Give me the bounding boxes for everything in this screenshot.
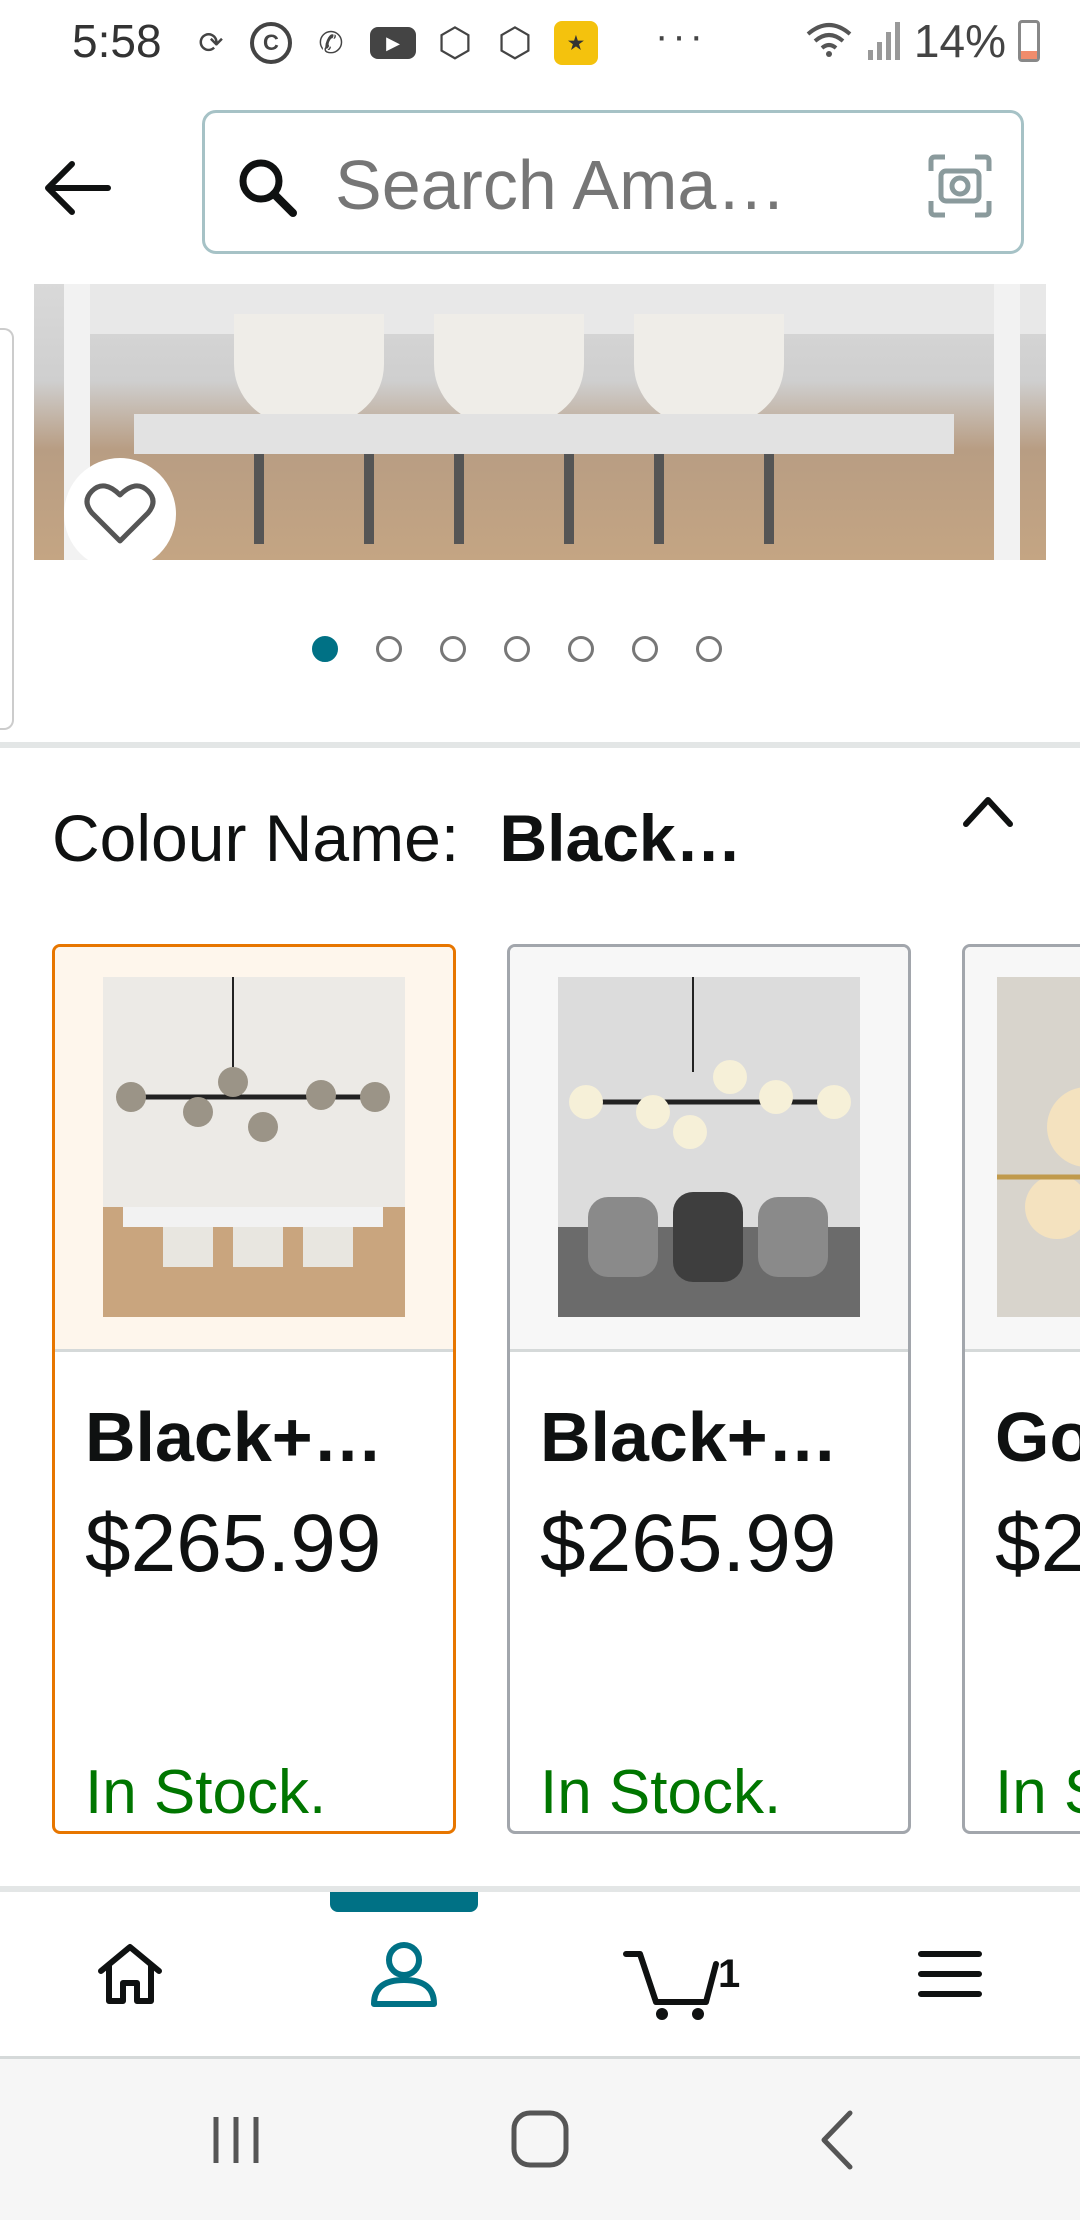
whowho-call-icon: ✆ (318, 26, 344, 60)
back-button-icon[interactable] (800, 2105, 880, 2175)
active-tab-indicator (330, 1892, 478, 1912)
swatch-image-area (510, 947, 908, 1352)
account-icon (371, 1942, 437, 2007)
c-app-icon: C (250, 22, 292, 64)
swatch-title: Black+… (540, 1398, 838, 1476)
battery-icon (1018, 20, 1040, 62)
carousel-dot[interactable] (504, 636, 530, 662)
carousel-dot[interactable] (568, 636, 594, 662)
colour-name-row: Colour Name: Black… (52, 800, 742, 876)
kb-bank-icon: ★ (554, 21, 598, 65)
notification-icons: ⟳ C ✆ ▶ ⬡ ⬡ ★ (190, 18, 598, 68)
more-notifications-icon: ··· (655, 14, 707, 58)
cart-icon (623, 1951, 719, 2020)
swatch-price: $29 (995, 1498, 1080, 1589)
swatch-price: $265.99 (540, 1498, 837, 1589)
colour-name-value: Black… (499, 801, 742, 875)
back-arrow-icon[interactable] (38, 148, 118, 228)
hex-app-icon: ⬡ (437, 21, 473, 65)
previous-panel-edge (0, 328, 14, 730)
colour-swatches: Black+… $265.99 In Stock. Black+… $265.9… (0, 944, 1080, 1837)
section-divider (0, 742, 1080, 748)
chevron-up-icon[interactable] (958, 786, 1018, 836)
swatch-thumbnail (103, 977, 405, 1317)
swatch-image-area (55, 947, 453, 1352)
product-image[interactable] (34, 284, 1046, 560)
wifi-icon (806, 23, 852, 57)
carousel-dot[interactable] (376, 636, 402, 662)
carousel-dot[interactable] (312, 636, 338, 662)
nav-cart[interactable]: 1 (572, 1892, 772, 2056)
colour-name-label: Colour Name: (52, 801, 460, 875)
search-input[interactable] (335, 137, 885, 233)
nav-account[interactable] (304, 1892, 504, 2056)
swatch-stock: In S (995, 1758, 1080, 1827)
swatch-stock: In Stock. (540, 1758, 782, 1827)
swatch-title: Black+… (85, 1398, 383, 1476)
carousel-dot[interactable] (696, 636, 722, 662)
home-icon (98, 1944, 162, 2004)
hex-app-icon: ⬡ (497, 21, 533, 65)
swatch-stock: In Stock. (85, 1758, 327, 1827)
nav-home[interactable] (30, 1892, 230, 2056)
search-icon (239, 159, 297, 217)
status-time: 5:58 (72, 15, 162, 67)
carousel-dot[interactable] (632, 636, 658, 662)
swatch-card[interactable]: Go $29 In S (962, 944, 1080, 1834)
nav-menu[interactable] (850, 1892, 1050, 2056)
swatch-thumbnail (997, 977, 1080, 1317)
menu-icon (918, 1951, 982, 1997)
carousel-dots (312, 636, 722, 662)
heart-icon (84, 483, 156, 544)
swatch-image-area (965, 947, 1080, 1352)
status-bar: 5:58 ⟳ C ✆ ▶ ⬡ ⬡ ★ ··· 14% (0, 0, 1080, 86)
swatch-card[interactable]: Black+… $265.99 In Stock. (52, 944, 456, 1834)
wishlist-button[interactable] (64, 458, 176, 570)
bottom-nav: 1 (0, 1892, 1080, 2059)
android-nav-bar (0, 2059, 1080, 2220)
recent-apps-icon[interactable] (196, 2105, 276, 2175)
search-header (0, 86, 1080, 286)
swatch-price: $265.99 (85, 1498, 382, 1589)
home-button-icon[interactable] (500, 2105, 580, 2175)
swatch-thumbnail (558, 977, 860, 1317)
swatch-title: Go (995, 1398, 1080, 1476)
youtube-icon: ▶ (370, 27, 416, 59)
swatch-card[interactable]: Black+… $265.99 In Stock. (507, 944, 911, 1834)
battery-percent: 14% (913, 15, 1006, 67)
signal-icon (867, 22, 900, 60)
system-icons: 14% (804, 14, 1040, 68)
sync-icon: ⟳ (198, 26, 224, 60)
camera-search-icon[interactable] (925, 151, 995, 221)
search-bar[interactable] (202, 110, 1024, 254)
carousel-dot[interactable] (440, 636, 466, 662)
